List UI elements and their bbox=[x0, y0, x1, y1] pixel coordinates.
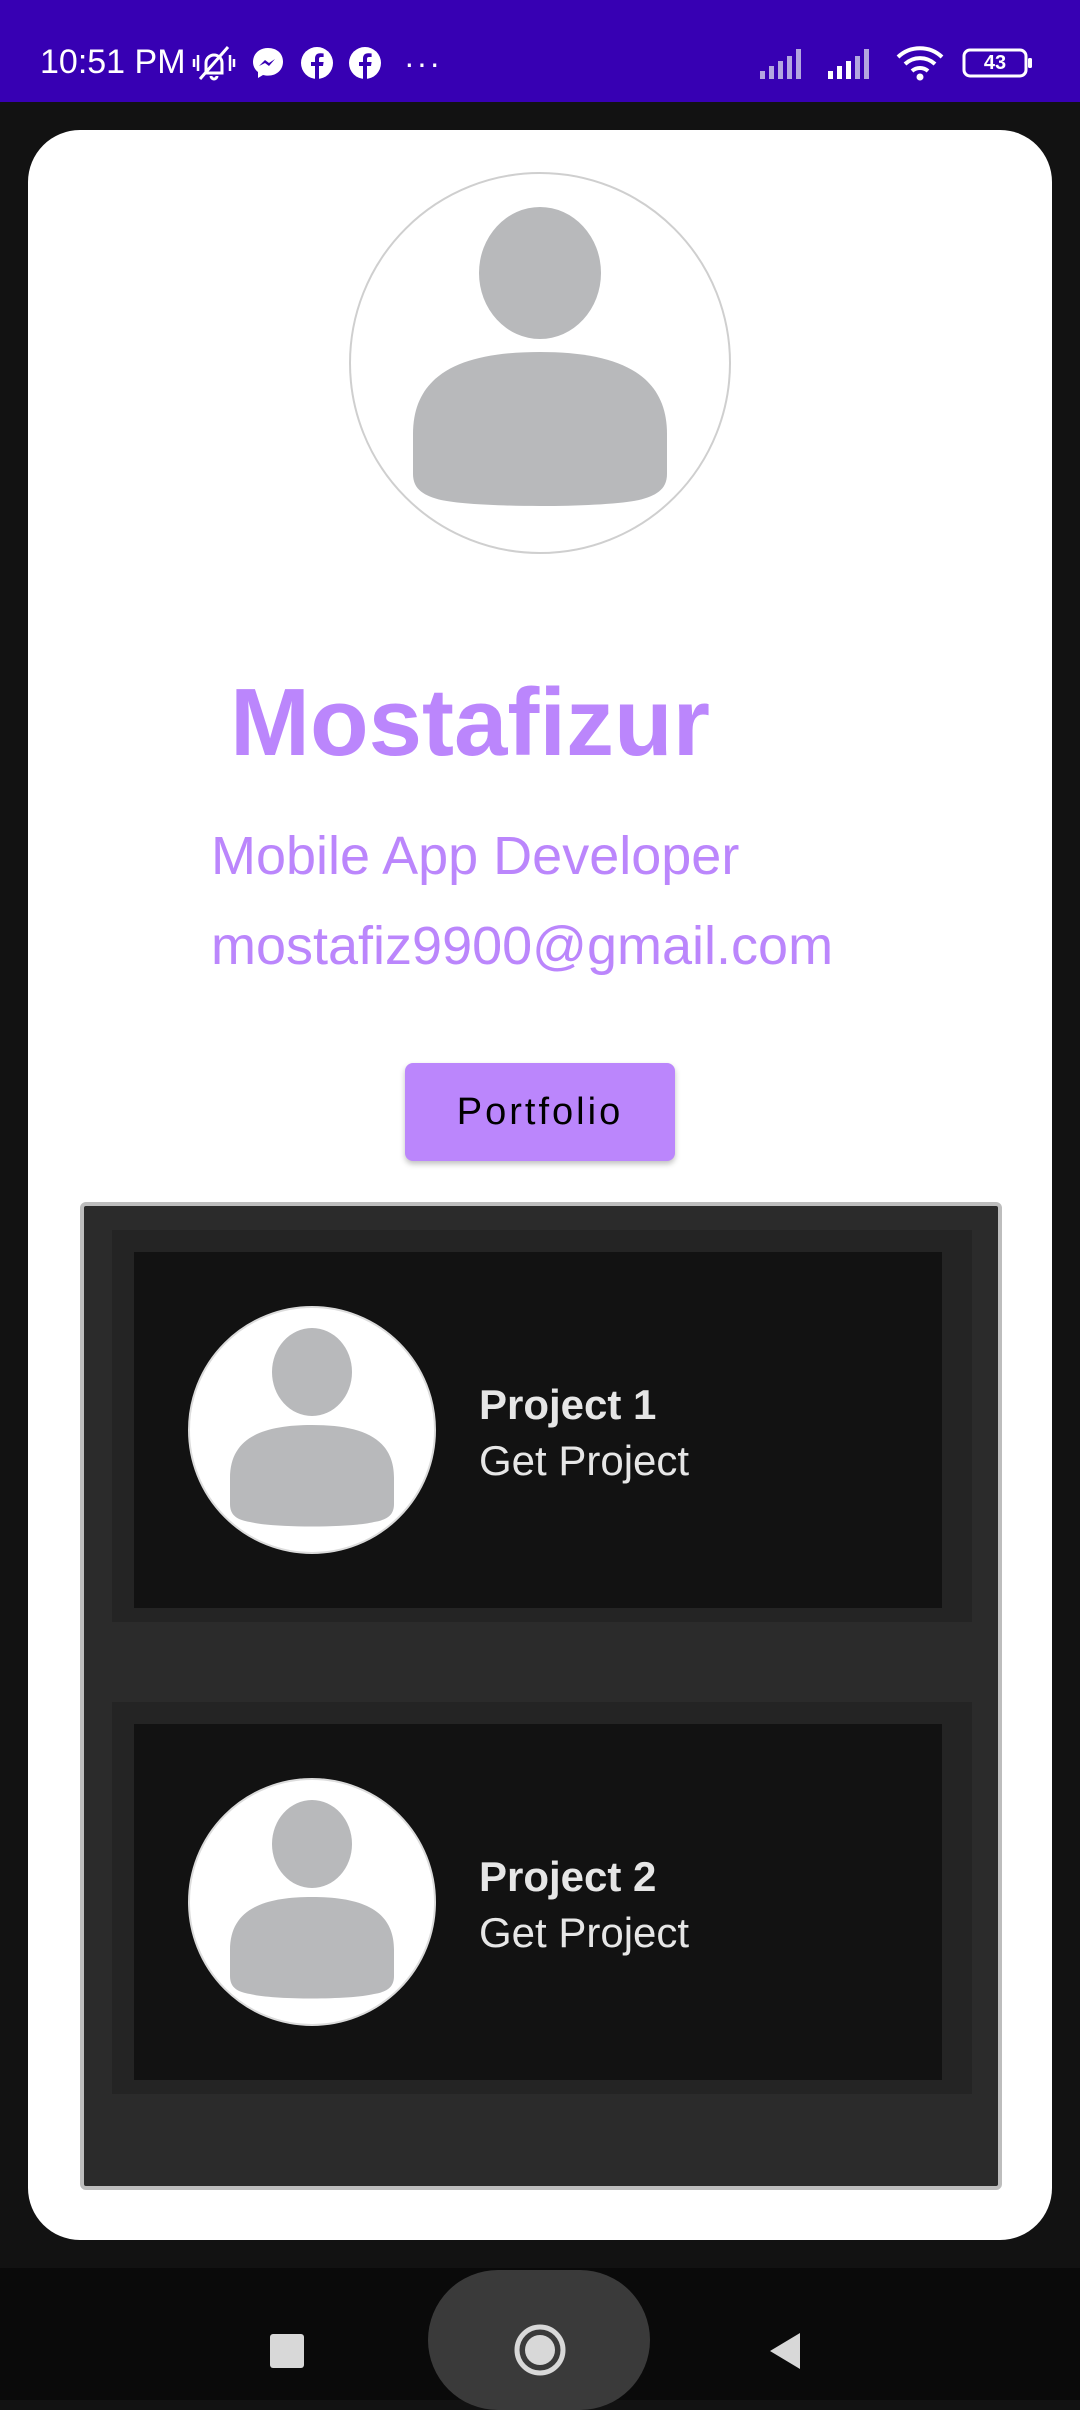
recents-icon[interactable] bbox=[270, 2334, 304, 2368]
signal-icon bbox=[828, 47, 878, 79]
navigation-bar bbox=[0, 2268, 1080, 2410]
more-notifications-indicator: ··· bbox=[404, 44, 442, 81]
person-placeholder-icon bbox=[230, 1800, 394, 1999]
system-status-icons: 43 bbox=[760, 40, 1034, 86]
facebook-icon bbox=[348, 46, 382, 80]
project-name: Project 1 bbox=[479, 1381, 657, 1428]
notification-icons: ··· bbox=[192, 40, 442, 86]
project-card[interactable]: Project 1 Get Project bbox=[134, 1252, 942, 1608]
messenger-icon bbox=[250, 45, 286, 81]
battery-icon: 43 bbox=[962, 48, 1034, 78]
project-card[interactable]: Project 2 Get Project bbox=[134, 1724, 942, 2080]
mute-vibrate-icon bbox=[192, 43, 236, 83]
profile-title: Mobile App Developer bbox=[211, 826, 740, 886]
project-avatar bbox=[188, 1778, 436, 2026]
status-bar: 10:51 PM ··· 43 bbox=[0, 0, 1080, 102]
battery-level: 43 bbox=[983, 52, 1007, 74]
profile-avatar bbox=[349, 172, 731, 554]
portfolio-button[interactable]: Portfolio bbox=[405, 1063, 675, 1161]
facebook-icon bbox=[300, 46, 334, 80]
project-list[interactable]: Project 1 Get Project Project 2 Get Proj… bbox=[80, 1202, 1002, 2190]
profile-card: Mostafizur Mobile App Developer mostafiz… bbox=[28, 130, 1052, 2240]
project-item-2[interactable]: Project 2 Get Project bbox=[112, 1702, 972, 2094]
get-project-link[interactable]: Get Project bbox=[479, 1908, 689, 1958]
status-time: 10:51 PM bbox=[40, 43, 186, 81]
signal-icon bbox=[760, 47, 810, 79]
back-icon[interactable] bbox=[766, 2330, 808, 2372]
project-name: Project 2 bbox=[479, 1853, 657, 1900]
person-placeholder-icon bbox=[413, 207, 667, 506]
profile-email: mostafiz9900@gmail.com bbox=[211, 916, 834, 976]
wifi-icon bbox=[896, 45, 944, 81]
project-avatar bbox=[188, 1306, 436, 1554]
project-item-1[interactable]: Project 1 Get Project bbox=[112, 1230, 972, 1622]
profile-name: Mostafizur bbox=[230, 669, 710, 776]
home-icon[interactable] bbox=[512, 2322, 568, 2378]
person-placeholder-icon bbox=[230, 1328, 394, 1527]
get-project-link[interactable]: Get Project bbox=[479, 1436, 689, 1486]
